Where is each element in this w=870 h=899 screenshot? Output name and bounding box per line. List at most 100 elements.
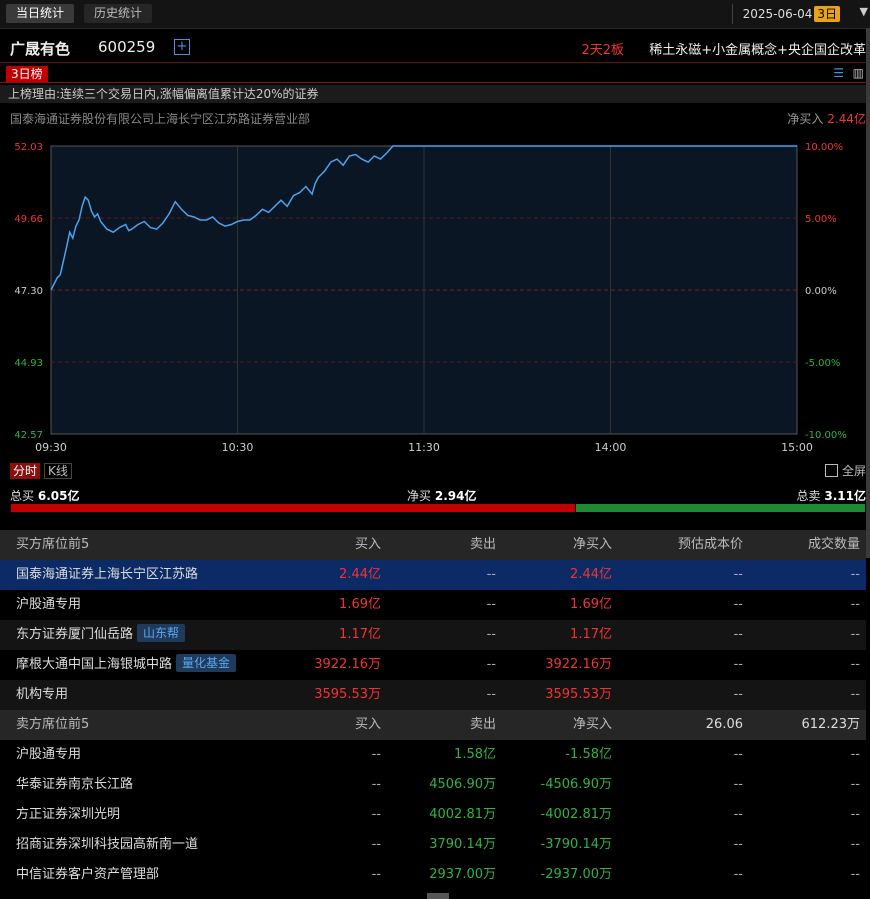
- seat-name[interactable]: 机构专用: [16, 687, 68, 702]
- cost-price: --: [733, 747, 743, 762]
- board-count: 2天2板: [581, 43, 624, 58]
- x-tick-label: 10:30: [222, 441, 254, 454]
- table-row[interactable]: 沪股通专用 -- 1.58亿 -1.58亿 -- --: [0, 740, 866, 770]
- rank-tab-3day[interactable]: 3日榜: [6, 66, 48, 83]
- col-sell[interactable]: 卖出: [470, 710, 496, 740]
- list-view-icon[interactable]: ☰: [833, 66, 844, 80]
- netbuy-label: 净买入: [787, 112, 824, 126]
- volume: --: [850, 837, 860, 852]
- buy-amount: 1.17亿: [339, 627, 381, 642]
- table-row[interactable]: 沪股通专用 1.69亿 -- 1.69亿 -- --: [0, 590, 866, 620]
- resize-handle[interactable]: [427, 893, 449, 899]
- net-amount: -4506.90万: [540, 777, 612, 792]
- sell-amount: 4002.81万: [429, 807, 496, 822]
- bar-view-icon[interactable]: ▥: [853, 66, 864, 80]
- y-tick-pct-label: 0.00%: [805, 286, 837, 297]
- volume: --: [850, 807, 860, 822]
- buy-amount: --: [371, 867, 381, 882]
- col-net[interactable]: 净买入: [573, 710, 612, 740]
- seat-name[interactable]: 东方证券厦门仙岳路: [16, 627, 133, 642]
- y-tick-pct-label: 10.00%: [805, 142, 843, 153]
- seat-name[interactable]: 沪股通专用: [16, 740, 81, 770]
- total-buy-label: 总买: [10, 489, 35, 503]
- x-tick-label: 14:00: [595, 441, 627, 454]
- table-row[interactable]: 招商证券深圳科技园高新南一道 -- 3790.14万 -3790.14万 -- --: [0, 830, 866, 860]
- add-watchlist-icon[interactable]: +: [174, 39, 190, 55]
- sell-section-title: 卖方席位前5: [16, 717, 90, 732]
- y-tick-pct-label: 5.00%: [805, 214, 837, 225]
- col-volume[interactable]: 成交数量: [808, 530, 860, 560]
- tab-today-stats[interactable]: 当日统计: [6, 4, 75, 23]
- col-sell[interactable]: 卖出: [470, 530, 496, 560]
- sell-amount: 4506.90万: [429, 777, 496, 792]
- stock-code: 600259: [98, 38, 156, 56]
- seat-name[interactable]: 招商证券深圳科技园高新南一道: [16, 830, 198, 860]
- netbuy-value: 2.44亿: [827, 112, 866, 126]
- cost-price: --: [733, 657, 743, 672]
- net-amount: -3790.14万: [540, 837, 612, 852]
- total-sell-value: 3.11亿: [824, 489, 866, 503]
- col-buy[interactable]: 买入: [355, 710, 381, 740]
- seat-name[interactable]: 国泰海通证券上海长宁区江苏路: [16, 567, 198, 582]
- seat-tag[interactable]: 量化基金: [176, 654, 237, 672]
- days-badge[interactable]: 3日: [814, 6, 840, 22]
- sell-amount: --: [486, 627, 496, 642]
- table-row[interactable]: 中信证券客户资产管理部 -- 2937.00万 -2937.00万 -- --: [0, 860, 866, 890]
- fullscreen-button[interactable]: 全屏: [824, 462, 866, 479]
- sell-amount: --: [486, 657, 496, 672]
- col-cost[interactable]: 预估成本价: [678, 530, 743, 560]
- date-selector[interactable]: 2025-06-04 3日: [731, 4, 840, 24]
- x-tick-label: 15:00: [781, 441, 813, 454]
- seat-name[interactable]: 方正证券深圳光明: [16, 800, 120, 830]
- buy-section-title: 买方席位前5: [16, 537, 90, 552]
- volume: --: [850, 747, 860, 762]
- sell-ratio-bar: [576, 504, 865, 512]
- cost-price: --: [733, 597, 743, 612]
- seat-name[interactable]: 华泰证券南京长江路: [16, 770, 133, 800]
- cost-price: --: [733, 807, 743, 822]
- tab-kline[interactable]: K线: [44, 463, 72, 479]
- net-amount: 1.69亿: [570, 597, 612, 612]
- sell-amount: --: [486, 687, 496, 702]
- intraday-chart: 52.03 10.00% 49.66 5.00% 47.30 0.00% 44.93 -5.0…: [14, 142, 847, 454]
- col-net[interactable]: 净买入: [573, 530, 612, 560]
- tab-history-stats[interactable]: 历史统计: [84, 4, 153, 23]
- sell-header-row: 卖方席位前5 买入 卖出 净买入 26.06 612.23万: [0, 710, 866, 740]
- table-row[interactable]: 东方证券厦门仙岳路 山东帮 1.17亿 -- 1.17亿 -- --: [0, 620, 866, 650]
- y-tick-label: 52.03: [14, 142, 43, 153]
- scrollbar[interactable]: [866, 28, 870, 558]
- table-row[interactable]: 华泰证券南京长江路 -- 4506.90万 -4506.90万 -- --: [0, 770, 866, 800]
- x-tick-label: 09:30: [35, 441, 67, 454]
- volume: --: [850, 567, 860, 582]
- concept-tags: 稀土永磁+小金属概念+央企国企改革: [649, 43, 866, 58]
- table-row[interactable]: 方正证券深圳光明 -- 4002.81万 -4002.81万 -- --: [0, 800, 866, 830]
- buy-header-row: 买方席位前5 买入 卖出 净买入 预估成本价 成交数量: [0, 530, 866, 560]
- net-buy-value: 2.94亿: [434, 489, 477, 503]
- cost-price: --: [733, 867, 743, 882]
- table-row[interactable]: 摩根大通中国上海银城中路 量化基金 3922.16万 -- 3922.16万 -- --: [0, 650, 866, 680]
- y-tick-pct-label: -10.00%: [805, 430, 847, 441]
- col-buy[interactable]: 买入: [355, 530, 381, 560]
- buy-amount: 1.69亿: [339, 597, 381, 612]
- volume: --: [850, 867, 860, 882]
- seat-tag[interactable]: 山东帮: [137, 624, 186, 642]
- cost-price: --: [733, 687, 743, 702]
- table-row[interactable]: 国泰海通证券上海长宁区江苏路 2.44亿 -- 2.44亿 -- --: [0, 560, 866, 590]
- net-amount: -2937.00万: [540, 867, 612, 882]
- broker-netbuy: 净买入 2.44亿: [787, 110, 866, 127]
- cost-price: --: [733, 837, 743, 852]
- seat-cell: 摩根大通中国上海银城中路 量化基金: [16, 650, 237, 680]
- total-buy: 总买 6.05亿: [10, 487, 79, 504]
- seat-name[interactable]: 中信证券客户资产管理部: [16, 860, 159, 890]
- volume: --: [850, 597, 860, 612]
- seat-name[interactable]: 沪股通专用: [16, 597, 81, 612]
- tab-intraday[interactable]: 分时: [10, 463, 41, 479]
- table-row[interactable]: 机构专用 3595.53万 -- 3595.53万 -- --: [0, 680, 866, 710]
- net-amount: 3595.53万: [545, 687, 612, 702]
- net-amount: -4002.81万: [540, 807, 612, 822]
- listing-reason: 上榜理由:连续三个交易日内,涨幅偏离值累计达20%的证券: [0, 85, 870, 103]
- volume: --: [850, 687, 860, 702]
- net-buy-label: 净买: [407, 489, 432, 503]
- chevron-down-icon[interactable]: ▼: [860, 5, 868, 18]
- seat-name[interactable]: 摩根大通中国上海银城中路: [16, 657, 172, 672]
